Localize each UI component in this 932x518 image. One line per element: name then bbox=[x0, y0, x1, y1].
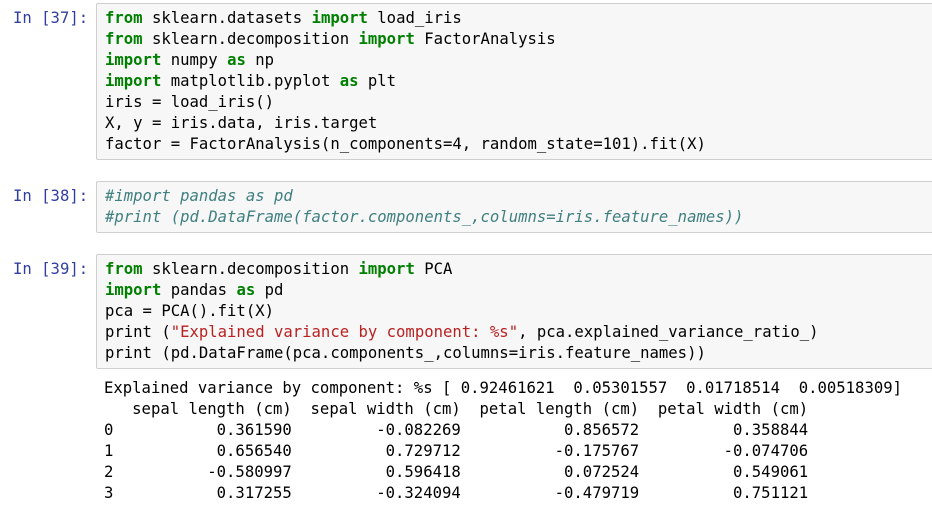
code-token: print (pd.DataFrame(pca.components_,colu… bbox=[105, 344, 706, 362]
code-token: sklearn.datasets bbox=[142, 9, 312, 27]
code-line: import numpy as np bbox=[105, 50, 932, 71]
keyword-token: from bbox=[105, 9, 143, 27]
code-token: sklearn.decomposition bbox=[142, 30, 359, 48]
code-token: pca = PCA().fit(X) bbox=[105, 302, 274, 320]
comment-token: #print (pd.DataFrame(factor.components_,… bbox=[105, 208, 744, 226]
code-editor[interactable]: #import pandas as pd #print (pd.DataFrame… bbox=[97, 182, 932, 228]
code-token: numpy bbox=[161, 51, 228, 69]
code-line: #print (pd.DataFrame(factor.components_,… bbox=[105, 207, 932, 228]
code-line: from sklearn.datasets import load_iris bbox=[105, 8, 932, 29]
code-input-area[interactable]: from sklearn.datasets import load_iris fr… bbox=[96, 3, 932, 160]
dataframe-row: 3 0.317255 -0.324094 -0.479719 0.751121 bbox=[104, 484, 809, 502]
keyword-token: as bbox=[236, 281, 256, 299]
code-token: factor = FactorAnalysis(n_components=4, … bbox=[105, 135, 706, 153]
code-token: load_iris bbox=[367, 9, 462, 27]
code-editor[interactable]: from sklearn.decomposition import PCA imp… bbox=[97, 255, 932, 364]
code-token: np bbox=[245, 51, 275, 69]
code-line: iris = load_iris() bbox=[105, 92, 932, 113]
comment-token: #import pandas as pd bbox=[105, 187, 293, 205]
code-token: pandas bbox=[161, 281, 237, 299]
code-line: print (pd.DataFrame(pca.components_,colu… bbox=[105, 343, 932, 364]
code-input-area[interactable]: #import pandas as pd #print (pd.DataFrame… bbox=[96, 181, 932, 233]
code-line: from sklearn.decomposition import Factor… bbox=[105, 29, 932, 50]
string-token: "Explained variance by component: %s" bbox=[170, 323, 519, 341]
code-token: , pca.explained_variance_ratio_) bbox=[518, 323, 819, 341]
dataframe-header: sepal length (cm) sepal width (cm) petal… bbox=[104, 400, 809, 418]
cell-prompt: In [38]: bbox=[13, 187, 89, 205]
cell-prompt: In [39]: bbox=[13, 260, 89, 278]
keyword-token: import bbox=[105, 72, 162, 90]
code-token: matplotlib.pyplot bbox=[161, 72, 340, 90]
code-line: from sklearn.decomposition import PCA bbox=[105, 259, 932, 280]
cell-prompt: In [37]: bbox=[13, 9, 89, 27]
keyword-token: from bbox=[105, 30, 143, 48]
keyword-token: as bbox=[227, 51, 246, 69]
code-token: PCA bbox=[414, 260, 453, 278]
code-token: plt bbox=[358, 72, 397, 90]
keyword-token: import bbox=[358, 30, 415, 48]
code-token: X, y = iris.data, iris.target bbox=[105, 114, 378, 132]
code-line: import matplotlib.pyplot as plt bbox=[105, 71, 932, 92]
code-token: print ( bbox=[105, 323, 171, 341]
dataframe-row: 0 0.361590 -0.082269 0.856572 0.358844 bbox=[104, 421, 809, 439]
dataframe-row: 1 0.656540 0.729712 -0.175767 -0.074706 bbox=[104, 442, 809, 460]
code-token: iris = load_iris() bbox=[105, 93, 274, 111]
output-explained-variance: Explained variance by component: %s [ 0.… bbox=[104, 379, 902, 397]
code-line: import pandas as pd bbox=[105, 280, 932, 301]
code-line: pca = PCA().fit(X) bbox=[105, 301, 932, 322]
code-token: sklearn.decomposition bbox=[142, 260, 359, 278]
code-token: FactorAnalysis bbox=[414, 30, 556, 48]
keyword-token: as bbox=[339, 72, 359, 90]
code-line: factor = FactorAnalysis(n_components=4, … bbox=[105, 134, 932, 155]
keyword-token: import bbox=[311, 9, 368, 27]
keyword-token: import bbox=[105, 51, 162, 69]
dataframe-row: 2 -0.580997 0.596418 0.072524 0.549061 bbox=[104, 463, 809, 481]
code-editor[interactable]: from sklearn.datasets import load_iris fr… bbox=[97, 4, 932, 155]
code-token: pd bbox=[255, 281, 284, 299]
cell-output: Explained variance by component: %s [ 0.… bbox=[104, 378, 902, 504]
code-line: X, y = iris.data, iris.target bbox=[105, 113, 932, 134]
keyword-token: from bbox=[105, 260, 143, 278]
code-line: #import pandas as pd bbox=[105, 186, 932, 207]
keyword-token: import bbox=[358, 260, 415, 278]
code-line: print ("Explained variance by component:… bbox=[105, 322, 932, 343]
keyword-token: import bbox=[105, 281, 162, 299]
code-input-area[interactable]: from sklearn.decomposition import PCA imp… bbox=[96, 254, 932, 369]
